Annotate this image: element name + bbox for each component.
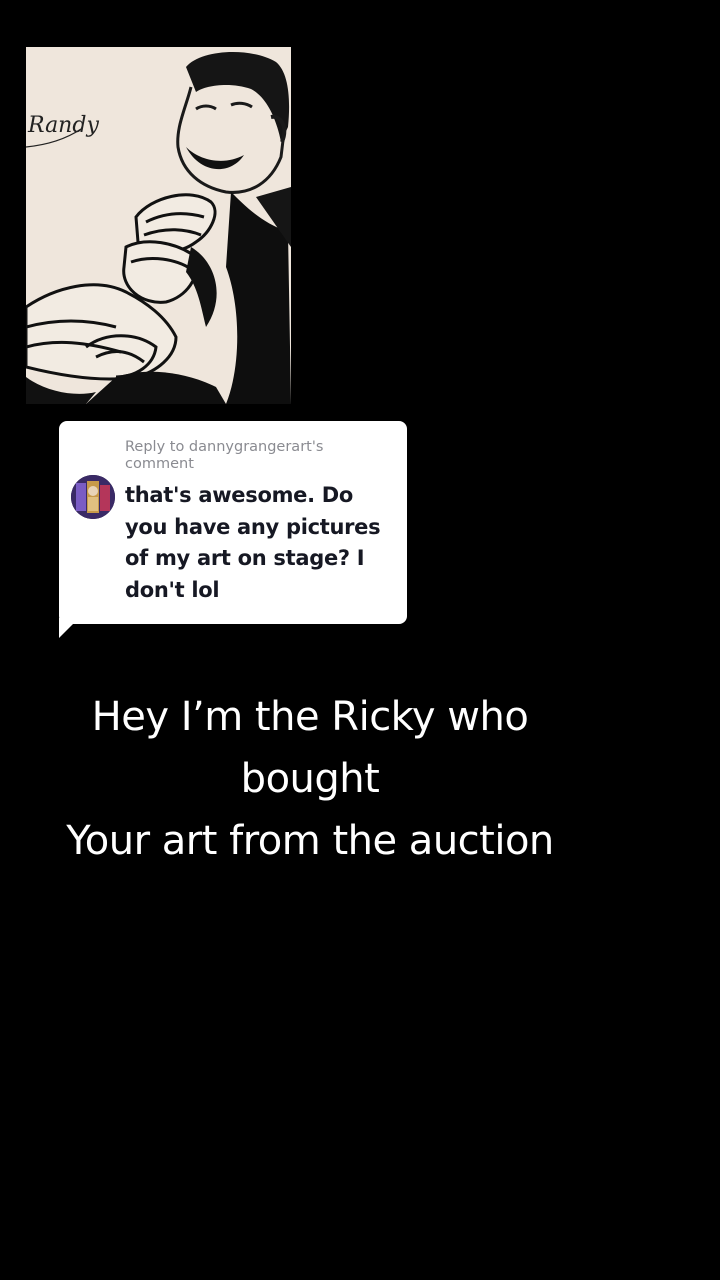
caption-line-3: Your art from the auction [66, 818, 554, 864]
comment-text: that's awesome. Do you have any pictures… [125, 483, 381, 602]
artwork-photo: Randy [26, 47, 291, 404]
caption-line-2: bought [240, 756, 380, 802]
video-caption: Hey I’m the Ricky who bought Your art fr… [20, 686, 600, 872]
reply-comment-sticker[interactable]: Reply to dannygrangerart's comment that'… [59, 421, 407, 624]
avatar [71, 475, 115, 519]
portrait-drawing: Randy [26, 47, 291, 404]
reply-header: Reply to dannygrangerart's comment [125, 439, 324, 472]
video-stage: Randy Reply to dannygrangerart's comment… [0, 0, 720, 1280]
signature-text: Randy [27, 113, 99, 138]
caption-line-1: Hey I’m the Ricky who [91, 694, 529, 740]
